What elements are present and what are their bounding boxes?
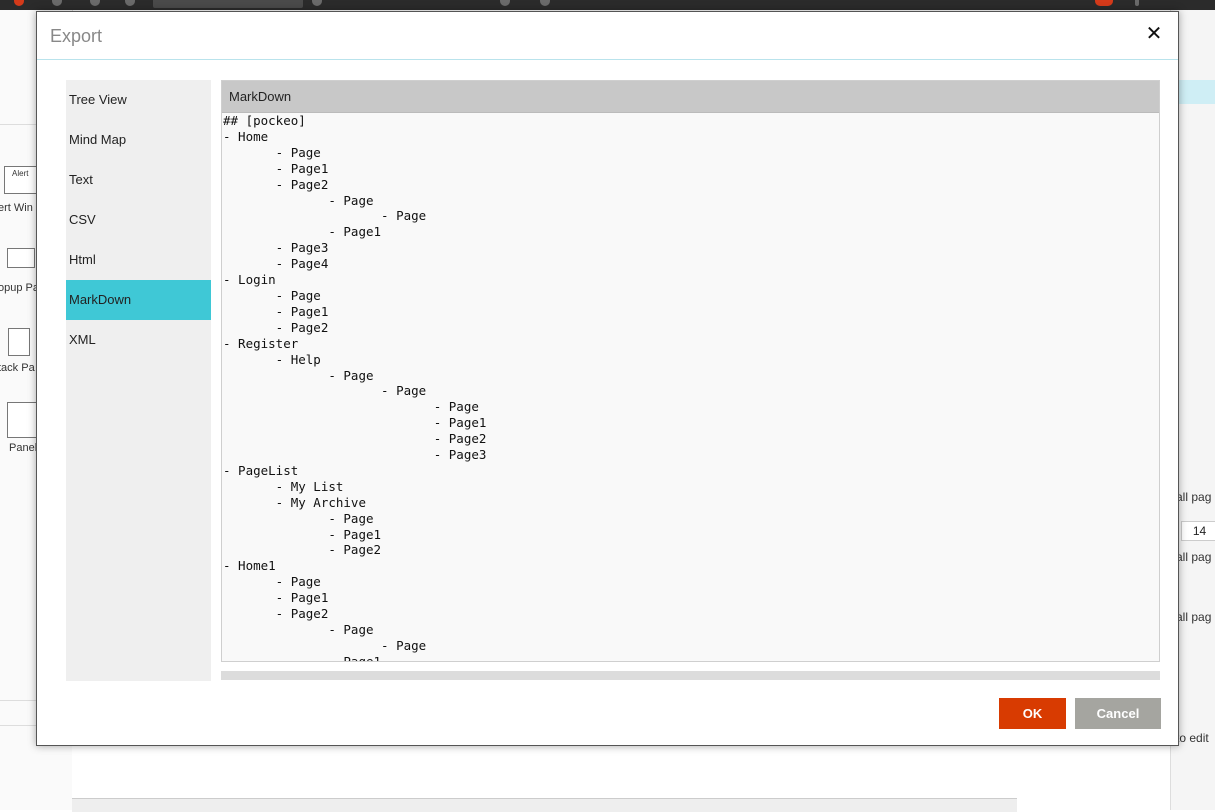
dialog-header: Export ✕ [37, 12, 1178, 60]
star-icon[interactable] [90, 0, 100, 6]
stack-panel-thumb[interactable] [8, 328, 30, 356]
more-icon[interactable] [1135, 0, 1139, 6]
popup-panel-thumb[interactable] [7, 248, 35, 268]
markdown-line: - Page2 [223, 176, 329, 192]
property-row-all-pages-1[interactable]: all pag [1176, 490, 1211, 504]
preview-text-area[interactable]: ## [pockeo] - Home - Page - Page1 - Page… [222, 113, 1159, 661]
property-row-edit[interactable]: to edit [1176, 731, 1209, 745]
format-item-text[interactable]: Text [66, 160, 211, 200]
markdown-line: - Page3 [223, 447, 487, 463]
markdown-line: ## [pockeo] [223, 113, 306, 128]
format-item-xml[interactable]: XML [66, 320, 211, 360]
markdown-line: - Page4 [223, 256, 329, 272]
play-icon[interactable] [500, 0, 510, 6]
markdown-line: - Page1 [223, 590, 329, 606]
markdown-line: - Page [223, 383, 427, 399]
format-item-markdown[interactable]: MarkDown [66, 280, 211, 320]
markdown-line: - Page1 [223, 224, 382, 240]
panel-thumb[interactable] [7, 402, 37, 438]
markdown-line: - Page [223, 144, 321, 160]
markdown-line: - Page3 [223, 240, 329, 256]
horizontal-scrollbar[interactable] [221, 671, 1160, 680]
ok-button[interactable]: OK [999, 698, 1066, 729]
markdown-line: - Page [223, 399, 479, 415]
device-icon[interactable] [540, 0, 550, 6]
markdown-line: - Page1 [223, 415, 487, 431]
app-logo-icon [14, 0, 24, 6]
format-item-mind-map[interactable]: Mind Map [66, 120, 211, 160]
component-search-input[interactable] [153, 0, 303, 8]
alert-thumb-label: Alert [12, 169, 29, 178]
format-item-html[interactable]: Html [66, 240, 211, 280]
markdown-line: - Page2 [223, 431, 487, 447]
share-icon[interactable] [1095, 0, 1113, 6]
markdown-line: - Home [223, 128, 269, 144]
markdown-line: - Home1 [223, 558, 276, 574]
format-item-tree-view[interactable]: Tree View [66, 80, 211, 120]
markdown-line: - Page [223, 287, 321, 303]
markdown-line: - My List [223, 478, 344, 494]
markdown-output: ## [pockeo] - Home - Page - Page1 - Page… [222, 113, 1159, 661]
settings-icon[interactable] [52, 0, 62, 6]
dialog-title: Export [50, 26, 103, 46]
property-number-field[interactable]: 14 [1181, 521, 1215, 541]
markdown-line: - Page2 [223, 319, 329, 335]
markdown-line: - Page [223, 192, 374, 208]
markdown-line: - Page [223, 208, 427, 224]
markdown-line: - Page [223, 622, 374, 637]
markdown-line: - Page [223, 574, 321, 590]
markdown-line: - Page [223, 367, 374, 383]
markdown-line: - Page1 [223, 526, 382, 542]
property-row-all-pages-2[interactable]: all pag [1176, 550, 1211, 564]
markdown-line: - Page1 [223, 654, 381, 661]
markdown-line: - Help [223, 351, 321, 367]
format-item-csv[interactable]: CSV [66, 200, 211, 240]
app-toolbar [0, 0, 1215, 10]
preview-header: MarkDown [222, 81, 1159, 113]
export-format-list: Tree View Mind Map Text CSV Html MarkDow… [66, 80, 211, 681]
markdown-line: - My Archive [223, 494, 366, 510]
export-preview-panel: MarkDown ## [pockeo] - Home - Page - Pag… [221, 80, 1160, 662]
property-row-all-pages-3[interactable]: all pag [1176, 610, 1211, 624]
cancel-button[interactable]: Cancel [1075, 698, 1161, 729]
markdown-line: - Register [223, 335, 299, 351]
markdown-line: - Page2 [223, 606, 329, 622]
canvas-area [72, 745, 1017, 812]
search-options-icon[interactable] [312, 0, 322, 6]
alert-window-thumb[interactable]: Alert [4, 166, 38, 194]
markdown-line: - Page1 [223, 303, 329, 319]
markdown-line: - Page [223, 637, 427, 653]
close-icon[interactable]: ✕ [1144, 24, 1164, 44]
markdown-line: - Page1 [223, 160, 329, 176]
markdown-line: - Page [223, 510, 374, 526]
window-icon[interactable] [125, 0, 135, 6]
markdown-line: - PageList [223, 462, 299, 478]
markdown-line: - Page2 [223, 542, 382, 558]
markdown-line: - Login [223, 272, 276, 288]
export-dialog: Export ✕ Tree View Mind Map Text CSV Htm… [36, 11, 1179, 746]
